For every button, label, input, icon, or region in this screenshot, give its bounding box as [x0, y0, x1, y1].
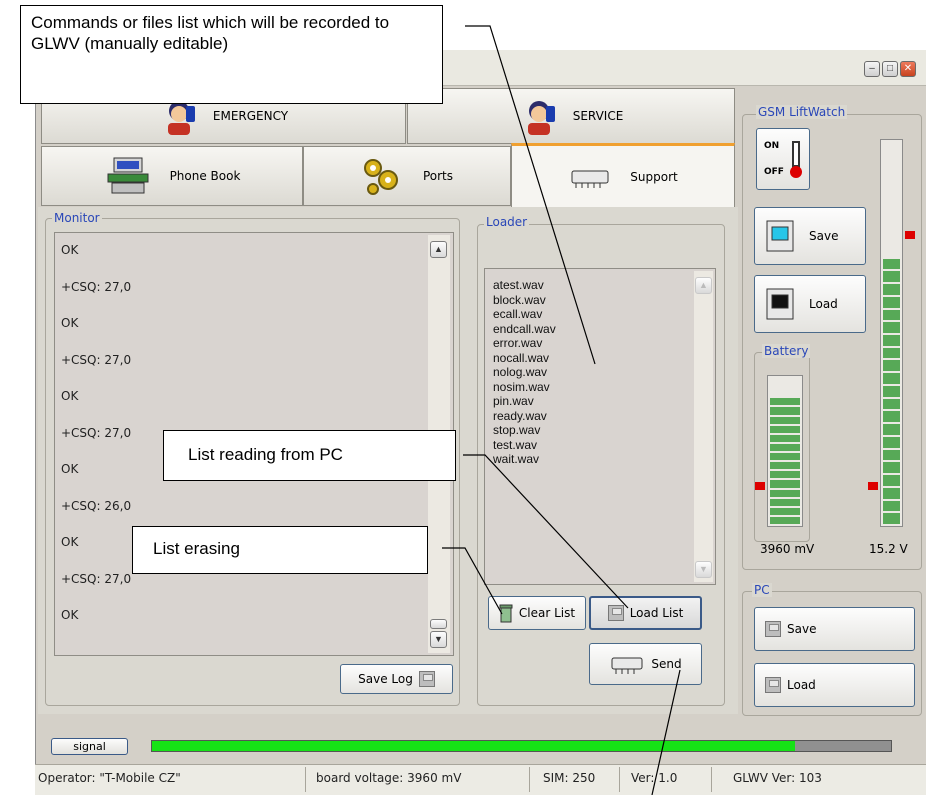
leader-line-send: [651, 669, 681, 795]
leader-line-list-reading: [463, 454, 629, 609]
annotation-leader-lines: [442, 25, 681, 795]
leader-line-commands: [465, 25, 596, 365]
leader-line-list-erasing: [442, 547, 503, 615]
